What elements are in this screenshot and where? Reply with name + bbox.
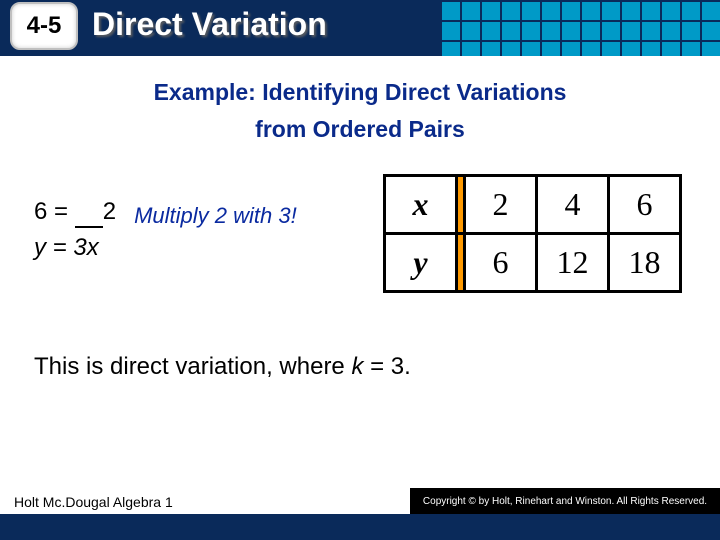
conclusion-text: This is direct variation, where k = 3. bbox=[28, 353, 692, 381]
xy-table-wrap: x 2 4 6 y 6 12 18 bbox=[383, 174, 682, 293]
slide-header: 4-5 Direct Variation bbox=[0, 0, 720, 56]
eq1-lhs: 6 = bbox=[34, 198, 68, 225]
section-number: 4-5 bbox=[27, 12, 62, 40]
x-val-3: 6 bbox=[609, 175, 681, 233]
conclusion-pre: This is direct variation, where bbox=[34, 353, 351, 380]
eq1-rhs: 2 bbox=[103, 198, 116, 225]
example-heading: Example: Identifying Direct Variations f… bbox=[28, 74, 692, 148]
worked-equations: 6 = 2 y = 3x bbox=[28, 198, 116, 268]
x-header: x bbox=[385, 175, 457, 233]
example-heading-line2: from Ordered Pairs bbox=[255, 116, 465, 142]
equation-1: 6 = 2 bbox=[34, 198, 116, 228]
conclusion-post: = 3. bbox=[363, 353, 410, 380]
example-heading-line1: Example: Identifying Direct Variations bbox=[154, 79, 567, 105]
y-val-2: 12 bbox=[537, 233, 609, 291]
eq2-text: y = 3x bbox=[34, 234, 99, 261]
x-val-2: 4 bbox=[537, 175, 609, 233]
section-badge: 4-5 bbox=[10, 2, 78, 50]
copyright-bar: Copyright © by Holt, Rinehart and Winsto… bbox=[410, 488, 720, 514]
highlight-divider bbox=[457, 175, 465, 233]
equation-2: y = 3x bbox=[34, 234, 116, 262]
table-row: x 2 4 6 bbox=[385, 175, 681, 233]
hint-text: Multiply 2 with 3! bbox=[134, 203, 297, 229]
x-val-1: 2 bbox=[465, 175, 537, 233]
mid-row: 6 = 2 y = 3x Multiply 2 with 3! x 2 4 6 … bbox=[28, 174, 692, 293]
y-header: y bbox=[385, 233, 457, 291]
k-variable: k bbox=[351, 353, 363, 380]
slide-content: Example: Identifying Direct Variations f… bbox=[0, 56, 720, 381]
eq1-blank bbox=[75, 198, 103, 228]
y-val-3: 18 bbox=[609, 233, 681, 291]
table-row: y 6 12 18 bbox=[385, 233, 681, 291]
y-val-1: 6 bbox=[465, 233, 537, 291]
copyright-text: Copyright © by Holt, Rinehart and Winsto… bbox=[423, 496, 707, 507]
xy-table: x 2 4 6 y 6 12 18 bbox=[383, 174, 682, 293]
highlight-divider bbox=[457, 233, 465, 291]
slide-title: Direct Variation bbox=[92, 6, 327, 43]
footer-bar bbox=[0, 514, 720, 540]
book-title: Holt Mc.Dougal Algebra 1 bbox=[14, 494, 173, 510]
